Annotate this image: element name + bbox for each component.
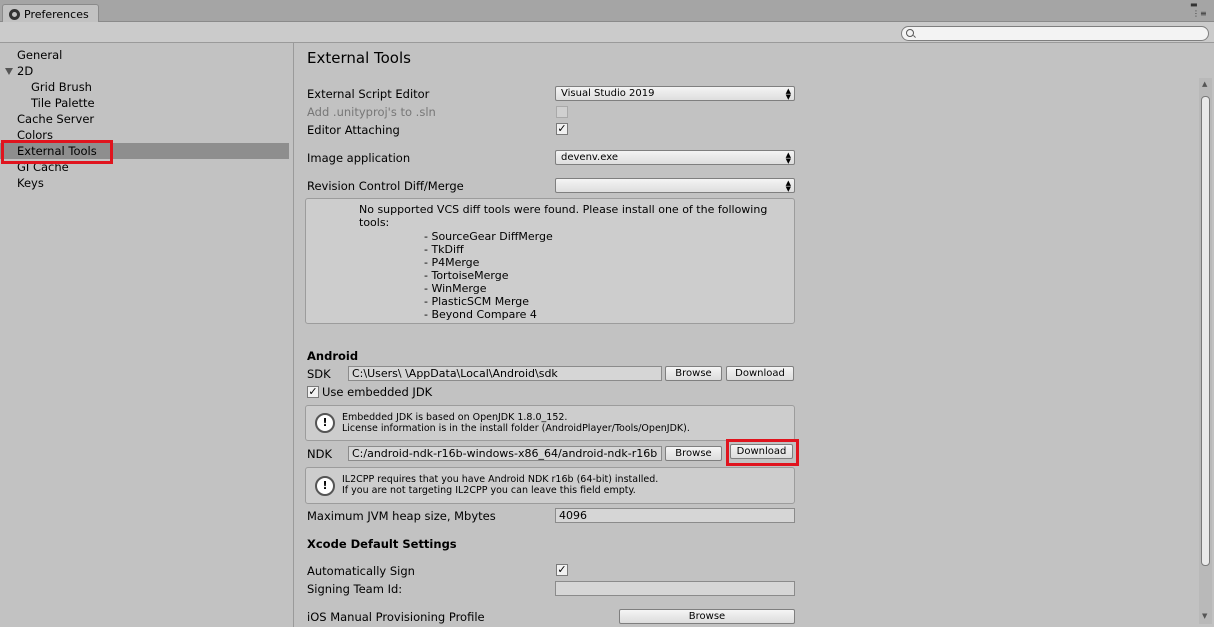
vcs-message: No supported VCS diff tools were found. … [359, 203, 768, 229]
vcs-tool-item: - P4Merge [424, 256, 480, 269]
jdk-info-line-2: License information is in the install fo… [342, 423, 690, 434]
dropdown-arrows-icon: ▲ ▼ [785, 87, 791, 101]
tab-preferences[interactable]: Preferences [2, 4, 99, 23]
vcs-tool-item: - WinMerge [424, 282, 487, 295]
search-icon [906, 29, 914, 37]
sidebar: General 2D Grid Brush Tile Palette Cache… [0, 43, 294, 627]
automatically-sign-label: Automatically Sign [307, 564, 415, 578]
page-title: External Tools [307, 49, 411, 67]
ios-provisioning-label: iOS Manual Provisioning Profile [307, 610, 485, 624]
automatically-sign-checkbox[interactable]: ✓ [556, 564, 568, 576]
dropdown-value: Visual Studio 2019 [561, 88, 655, 99]
highlight-box-ndk-download [726, 439, 799, 466]
jvm-heap-label: Maximum JVM heap size, Mbytes [307, 509, 496, 523]
android-section-title: Android [307, 349, 359, 363]
signing-team-id-label: Signing Team Id: [307, 582, 403, 596]
title-bar: Preferences ▬ ⋮≡ [0, 0, 1214, 23]
sidebar-item-cache-server[interactable]: Cache Server [0, 111, 289, 127]
add-unityproj-label: Add .unityproj's to .sln [307, 105, 436, 119]
ios-provisioning-browse-button[interactable]: Browse [619, 609, 795, 624]
ndk-path-field[interactable]: C:/android-ndk-r16b-windows-x86_64/andro… [348, 446, 662, 461]
sidebar-item-general[interactable]: General [0, 47, 289, 63]
editor-attaching-label: Editor Attaching [307, 123, 400, 137]
jdk-info-line-1: Embedded JDK is based on OpenJDK 1.8.0_1… [342, 412, 568, 423]
image-application-dropdown[interactable]: devenv.exe ▲ ▼ [555, 150, 795, 165]
vertical-scrollbar[interactable]: ▲ ▼ [1199, 78, 1212, 624]
vcs-tool-item: - PlasticSCM Merge [424, 295, 530, 308]
sdk-label: SDK [307, 367, 331, 381]
vcs-tool-item: - SourceGear DiffMerge [424, 230, 553, 243]
vcs-tool-item: - TortoiseMerge [424, 269, 509, 282]
scroll-down-icon[interactable]: ▼ [1202, 612, 1207, 620]
jvm-heap-field[interactable]: 4096 [555, 508, 795, 523]
gear-icon [9, 8, 20, 20]
dropdown-value: devenv.exe [561, 152, 618, 163]
vcs-tool-item: - Beyond Compare 4 [424, 308, 537, 321]
sidebar-item-label: 2D [17, 64, 34, 78]
vcs-tool-item: - TkDiff [424, 243, 464, 256]
ndk-info-line-2: If you are not targeting IL2CPP you can … [342, 485, 636, 496]
external-script-editor-label: External Script Editor [307, 87, 430, 101]
revision-control-label: Revision Control Diff/Merge [307, 179, 464, 193]
sdk-path-field[interactable]: C:\Users\ \AppData\Local\Android\sdk [348, 366, 662, 381]
search-input[interactable] [901, 26, 1209, 41]
use-embedded-jdk-checkbox[interactable]: ✓ [307, 386, 319, 398]
sidebar-item-grid-brush[interactable]: Grid Brush [0, 79, 289, 95]
sdk-browse-button[interactable]: Browse [665, 366, 722, 381]
tab-label: Preferences [24, 7, 89, 21]
editor-attaching-checkbox[interactable]: ✓ [556, 123, 568, 135]
signing-team-id-field[interactable] [555, 581, 795, 596]
use-embedded-jdk-label: Use embedded JDK [322, 385, 433, 399]
external-script-editor-dropdown[interactable]: Visual Studio 2019 ▲ ▼ [555, 86, 795, 101]
scrollbar-thumb[interactable] [1201, 96, 1210, 566]
revision-control-dropdown[interactable]: ▲ ▼ [555, 178, 795, 193]
ndk-label: NDK [307, 447, 332, 461]
ndk-info-line-1: IL2CPP requires that you have Android ND… [342, 474, 659, 485]
sidebar-item-tile-palette[interactable]: Tile Palette [0, 95, 289, 111]
sidebar-item-2d[interactable]: 2D [0, 63, 289, 79]
jdk-info-box: ! Embedded JDK is based on OpenJDK 1.8.0… [305, 405, 795, 441]
ndk-info-box: ! IL2CPP requires that you have Android … [305, 467, 795, 504]
expand-triangle-icon[interactable] [5, 68, 13, 75]
xcode-section-title: Xcode Default Settings [307, 537, 457, 551]
dropdown-arrows-icon: ▲ ▼ [785, 151, 791, 165]
sidebar-item-keys[interactable]: Keys [0, 175, 289, 191]
minimize-icon[interactable]: ▬ [1190, 1, 1198, 9]
scroll-up-icon[interactable]: ▲ [1202, 80, 1207, 88]
vcs-info-box: No supported VCS diff tools were found. … [305, 198, 795, 324]
ndk-browse-button[interactable]: Browse [665, 446, 722, 461]
info-icon: ! [315, 476, 335, 496]
menu-icon[interactable]: ⋮≡ [1192, 10, 1207, 18]
info-icon: ! [315, 413, 335, 433]
sdk-download-button[interactable]: Download [726, 366, 794, 381]
dropdown-arrows-icon: ▲ ▼ [785, 179, 791, 193]
highlight-box-external-tools [1, 140, 113, 164]
image-application-label: Image application [307, 151, 411, 165]
add-unityproj-checkbox [556, 106, 568, 118]
main-panel: External Tools External Script Editor Vi… [295, 43, 1214, 627]
